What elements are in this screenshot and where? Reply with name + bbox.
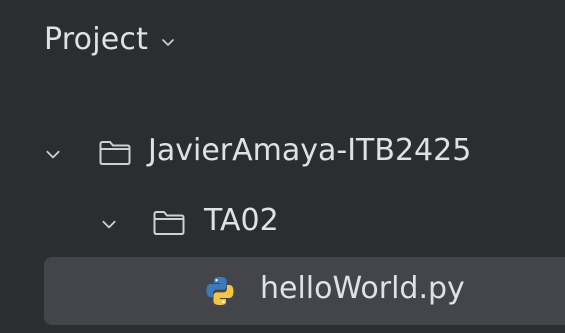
tree-node-label: helloWorld.py — [260, 271, 465, 306]
tree-node-project-root[interactable]: JavierAmaya-ITB2425 — [0, 124, 565, 182]
folder-icon — [153, 211, 185, 235]
chevron-down-icon — [162, 38, 174, 46]
folder-icon — [99, 141, 131, 165]
python-file-icon — [206, 277, 234, 305]
tree-node-folder[interactable]: TA02 — [0, 194, 565, 252]
tree-node-file-selected[interactable]: helloWorld.py — [44, 257, 565, 325]
tree-node-label: JavierAmaya-ITB2425 — [148, 133, 472, 168]
panel-title: Project — [44, 22, 149, 57]
tree-node-label: TA02 — [204, 203, 279, 238]
expand-chevron-icon[interactable] — [100, 215, 118, 233]
project-view-selector[interactable]: Project — [44, 22, 176, 57]
expand-chevron-icon[interactable] — [44, 145, 62, 163]
project-tool-window: Project JavierAmaya-ITB2425 TA02 helloWo… — [0, 0, 565, 333]
